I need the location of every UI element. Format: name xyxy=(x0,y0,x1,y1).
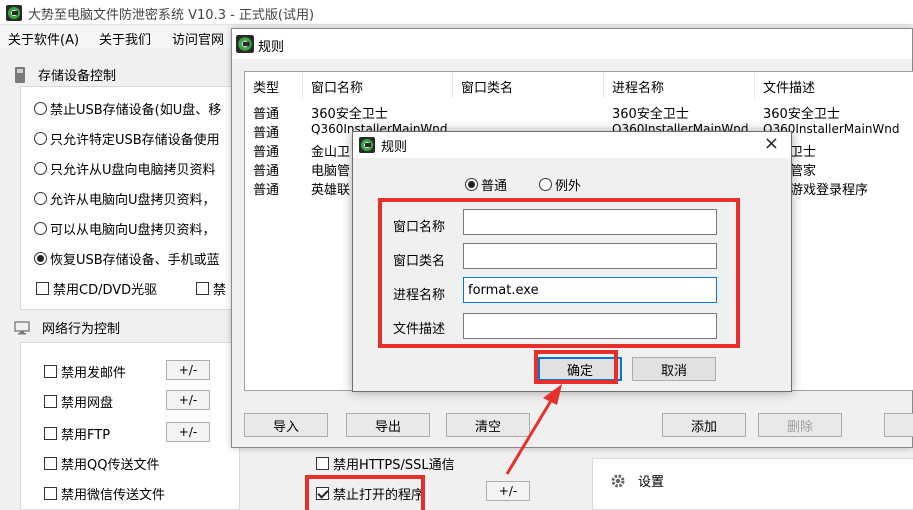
annotation-arrow-icon xyxy=(505,384,562,475)
